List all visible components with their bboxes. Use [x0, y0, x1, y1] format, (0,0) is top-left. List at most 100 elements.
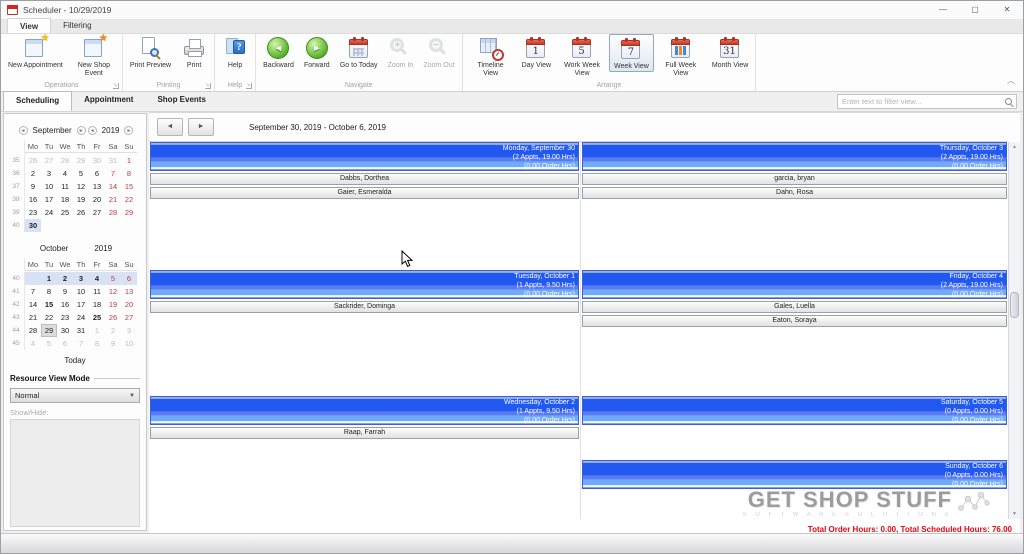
calendar-day[interactable]: 8: [41, 285, 57, 298]
calendar-day[interactable]: 28: [105, 206, 121, 219]
day-header[interactable]: Wednesday, October 2(1 Appts, 9.50 Hrs)(…: [150, 396, 579, 425]
calendar-day[interactable]: 21: [105, 193, 121, 206]
print-preview-button[interactable]: Print Preview: [126, 34, 175, 70]
calendar-day[interactable]: 21: [25, 311, 41, 324]
calendar-day[interactable]: 1: [89, 324, 105, 337]
calendar-day[interactable]: 26: [105, 311, 121, 324]
previous-week-button[interactable]: ◄: [157, 118, 183, 136]
appointment[interactable]: garcia, bryan: [582, 173, 1007, 185]
minimize-button[interactable]: —: [927, 1, 959, 19]
day-header[interactable]: Friday, October 4(2 Appts, 19.00 Hrs)(0.…: [582, 270, 1007, 299]
calendar-day[interactable]: 3: [121, 324, 137, 337]
forward-button[interactable]: ►Forward: [300, 34, 334, 70]
calendar-day[interactable]: 9: [57, 285, 73, 298]
new-shop-event-button[interactable]: ★New Shop Event: [69, 34, 119, 78]
calendar-day[interactable]: 12: [105, 285, 121, 298]
calendar-day[interactable]: 10: [73, 285, 89, 298]
appointment[interactable]: Dahn, Rosa: [582, 187, 1007, 199]
calendar-day[interactable]: 10: [121, 337, 137, 350]
day-view-button[interactable]: 1Day View: [518, 34, 555, 70]
calendar-day[interactable]: 31: [105, 154, 121, 167]
calendar-day[interactable]: 8: [121, 167, 137, 180]
calendar-day[interactable]: 7: [73, 337, 89, 350]
calendar-day[interactable]: 6: [57, 337, 73, 350]
calendar-day[interactable]: 15: [41, 298, 57, 311]
calendar-day[interactable]: 5: [105, 272, 121, 285]
filter-input[interactable]: [838, 97, 1005, 106]
calendar-day[interactable]: 28: [25, 324, 41, 337]
calendar-day[interactable]: 14: [25, 298, 41, 311]
appointment[interactable]: Gales, Luella: [582, 301, 1007, 313]
calendar-day[interactable]: 2: [25, 167, 41, 180]
calendar-day[interactable]: 1: [41, 272, 57, 285]
tab-shop-events[interactable]: Shop Events: [145, 91, 217, 111]
calendar-day[interactable]: 6: [121, 272, 137, 285]
calendar-day[interactable]: 24: [73, 311, 89, 324]
day-header[interactable]: Monday, September 30(2 Appts, 19.00 Hrs)…: [150, 142, 579, 171]
calendar-day[interactable]: 26: [73, 206, 89, 219]
tab-scheduling[interactable]: Scheduling: [3, 91, 72, 111]
day-header[interactable]: Thursday, October 3(2 Appts, 19.00 Hrs)(…: [582, 142, 1007, 171]
calendar-day[interactable]: 31: [73, 324, 89, 337]
print-button[interactable]: Print: [177, 34, 211, 70]
calendar-day[interactable]: 16: [57, 298, 73, 311]
calendar-day[interactable]: 20: [89, 193, 105, 206]
calendar-day[interactable]: 24: [41, 206, 57, 219]
dialog-launcher-icon[interactable]: ↘: [246, 83, 252, 89]
week-view-button[interactable]: 7Week View: [609, 34, 654, 72]
calendar-day[interactable]: 23: [25, 206, 41, 219]
today-button[interactable]: Today: [4, 356, 146, 365]
calendar-day[interactable]: 3: [73, 272, 89, 285]
calendar-day[interactable]: 4: [89, 272, 105, 285]
appointment[interactable]: Sackrider, Dominga: [150, 301, 579, 313]
calendar-day[interactable]: 22: [121, 193, 137, 206]
calendar-day[interactable]: 15: [121, 180, 137, 193]
calendar-day[interactable]: 7: [25, 285, 41, 298]
calendar-day[interactable]: 11: [89, 285, 105, 298]
new-appointment-button[interactable]: ★New Appointment: [4, 34, 67, 70]
scrollbar-thumb[interactable]: [1010, 292, 1019, 318]
calendar-day[interactable]: 19: [73, 193, 89, 206]
calendar-day[interactable]: 17: [41, 193, 57, 206]
next-week-button[interactable]: ►: [188, 118, 214, 136]
show-hide-listbox[interactable]: [10, 419, 140, 527]
appointment[interactable]: Gaier, Esmeralda: [150, 187, 579, 199]
next-month-icon[interactable]: ►: [77, 126, 86, 135]
calendar-day[interactable]: 30: [89, 154, 105, 167]
calendar-day[interactable]: 20: [121, 298, 137, 311]
month-view-button[interactable]: 31Month View: [708, 34, 752, 70]
calendar-day[interactable]: 18: [89, 298, 105, 311]
calendar-day[interactable]: 29: [121, 206, 137, 219]
close-button[interactable]: ✕: [991, 1, 1023, 19]
calendar-day[interactable]: 7: [105, 167, 121, 180]
calendar-day[interactable]: 14: [105, 180, 121, 193]
calendar-day[interactable]: 5: [41, 337, 57, 350]
calendar-day[interactable]: 26: [25, 154, 41, 167]
backward-button[interactable]: ◄Backward: [259, 34, 298, 70]
go-to-today-button[interactable]: Go to Today: [336, 34, 382, 70]
calendar-day[interactable]: 30: [25, 219, 41, 232]
calendar-day[interactable]: 2: [105, 324, 121, 337]
appointment[interactable]: Eaton, Soraya: [582, 315, 1007, 327]
calendar-day[interactable]: 6: [89, 167, 105, 180]
calendar-day[interactable]: 11: [57, 180, 73, 193]
calendar-day[interactable]: 17: [73, 298, 89, 311]
day-header[interactable]: Tuesday, October 1(1 Appts, 9.50 Hrs)(0.…: [150, 270, 579, 299]
full-week-view-button[interactable]: Full Week View: [656, 34, 706, 78]
day-header[interactable]: Sunday, October 6(0 Appts, 0.00 Hrs)(0.0…: [582, 460, 1007, 489]
ribbon-tab-filtering[interactable]: Filtering: [51, 18, 103, 33]
calendar-day[interactable]: 27: [121, 311, 137, 324]
calendar-day[interactable]: 4: [57, 167, 73, 180]
day-header[interactable]: Saturday, October 5(0 Appts, 0.00 Hrs)(0…: [582, 396, 1007, 425]
previous-year-icon[interactable]: ◄: [88, 126, 97, 135]
calendar-day[interactable]: 25: [57, 206, 73, 219]
tab-appointment[interactable]: Appointment: [72, 91, 145, 111]
calendar-day[interactable]: 28: [57, 154, 73, 167]
calendar-day[interactable]: 18: [57, 193, 73, 206]
calendar-day[interactable]: 9: [105, 337, 121, 350]
ribbon-tab-view[interactable]: View: [7, 18, 51, 33]
calendar-day[interactable]: 12: [73, 180, 89, 193]
next-year-icon[interactable]: ►: [124, 126, 133, 135]
calendar-day[interactable]: 19: [105, 298, 121, 311]
dialog-launcher-icon[interactable]: ↘: [113, 83, 119, 89]
